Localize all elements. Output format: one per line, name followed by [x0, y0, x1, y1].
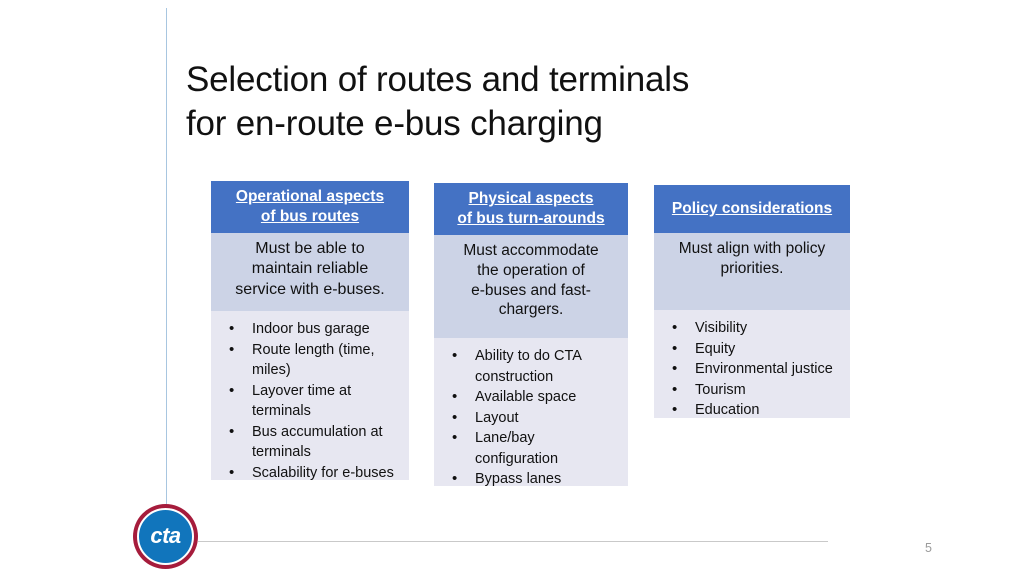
column-3-summary: Must align with policy priorities.	[654, 233, 850, 310]
column-3-summary-line-1: Must align with policy	[678, 240, 826, 257]
column-physical-aspects: Physical aspects of bus turn-arounds Mus…	[434, 183, 628, 489]
list-item: Environmental justice	[666, 358, 840, 380]
column-3-summary-line-2: priorities.	[720, 259, 784, 277]
column-1-bullets: Indoor bus garage Route length (time, mi…	[211, 311, 409, 483]
list-item: Available space	[446, 386, 618, 408]
slide-title-line-1: Selection of routes and terminals	[186, 60, 690, 99]
list-item: Route length (time, miles)	[223, 339, 399, 381]
list-item: Layout	[446, 407, 618, 429]
column-3-header-line-1: Policy considerations	[671, 199, 833, 217]
list-item: Equity	[666, 338, 840, 360]
list-item: Ability to do CTA construction	[446, 345, 618, 387]
list-item: Lane/bay configuration	[446, 427, 618, 469]
slide-title: Selection of routes and terminals for en…	[186, 58, 886, 146]
cta-logo-wordmark: cta	[150, 522, 181, 548]
column-1-summary-line-2: maintain reliable	[251, 260, 369, 278]
column-2-header-line-2: of bus turn-arounds	[457, 210, 605, 227]
column-2-summary-line-2: the operation of	[477, 261, 585, 279]
page-number: 5	[925, 541, 932, 555]
footer-rule	[198, 541, 828, 542]
column-2-bullet-list: Ability to do CTA construction Available…	[446, 345, 618, 490]
list-item: Indoor bus garage	[223, 318, 399, 340]
column-1-header-line-1: Operational aspects	[235, 187, 385, 205]
slide-canvas: Selection of routes and terminals for en…	[0, 0, 1024, 576]
list-item: Layover time at terminals	[223, 380, 399, 422]
column-1-bullet-list: Indoor bus garage Route length (time, mi…	[223, 318, 399, 484]
vertical-accent-rule	[166, 8, 167, 540]
cta-logo: cta	[133, 504, 198, 569]
list-item: Tourism	[666, 379, 840, 401]
list-item: Visibility	[666, 317, 840, 339]
list-item: Bus accumulation at terminals	[223, 421, 399, 463]
column-3-bullet-list: Visibility Equity Environmental justice …	[666, 317, 840, 421]
column-2-summary: Must accommodate the operation of e-buse…	[434, 235, 628, 338]
list-item: Bypass lanes	[446, 468, 618, 490]
column-1-summary-line-1: Must be able to	[255, 240, 365, 257]
column-2-summary-line-3: e-buses and fast-	[471, 281, 591, 299]
column-3-bullets: Visibility Equity Environmental justice …	[654, 310, 850, 421]
column-2-bullets: Ability to do CTA construction Available…	[434, 338, 628, 489]
column-2-summary-line-1: Must accommodate	[463, 242, 599, 259]
column-1-summary: Must be able to maintain reliable servic…	[211, 233, 409, 311]
column-1-summary-line-3: service with e-buses.	[235, 280, 385, 298]
column-2-header-line-1: Physical aspects	[468, 189, 594, 207]
list-item: Scalability for e-buses	[223, 462, 399, 484]
column-1-header-line-2: of bus routes	[260, 208, 360, 225]
list-item: Education	[666, 399, 840, 421]
column-1-header: Operational aspects of bus routes	[211, 181, 409, 233]
column-policy-considerations: Policy considerations Must align with po…	[654, 185, 850, 421]
column-2-summary-line-4: chargers.	[498, 301, 564, 319]
slide-title-line-2: for en-route e-bus charging	[186, 104, 603, 144]
column-operational-aspects: Operational aspects of bus routes Must b…	[211, 181, 409, 483]
column-2-header: Physical aspects of bus turn-arounds	[434, 183, 628, 235]
column-3-header: Policy considerations	[654, 185, 850, 233]
